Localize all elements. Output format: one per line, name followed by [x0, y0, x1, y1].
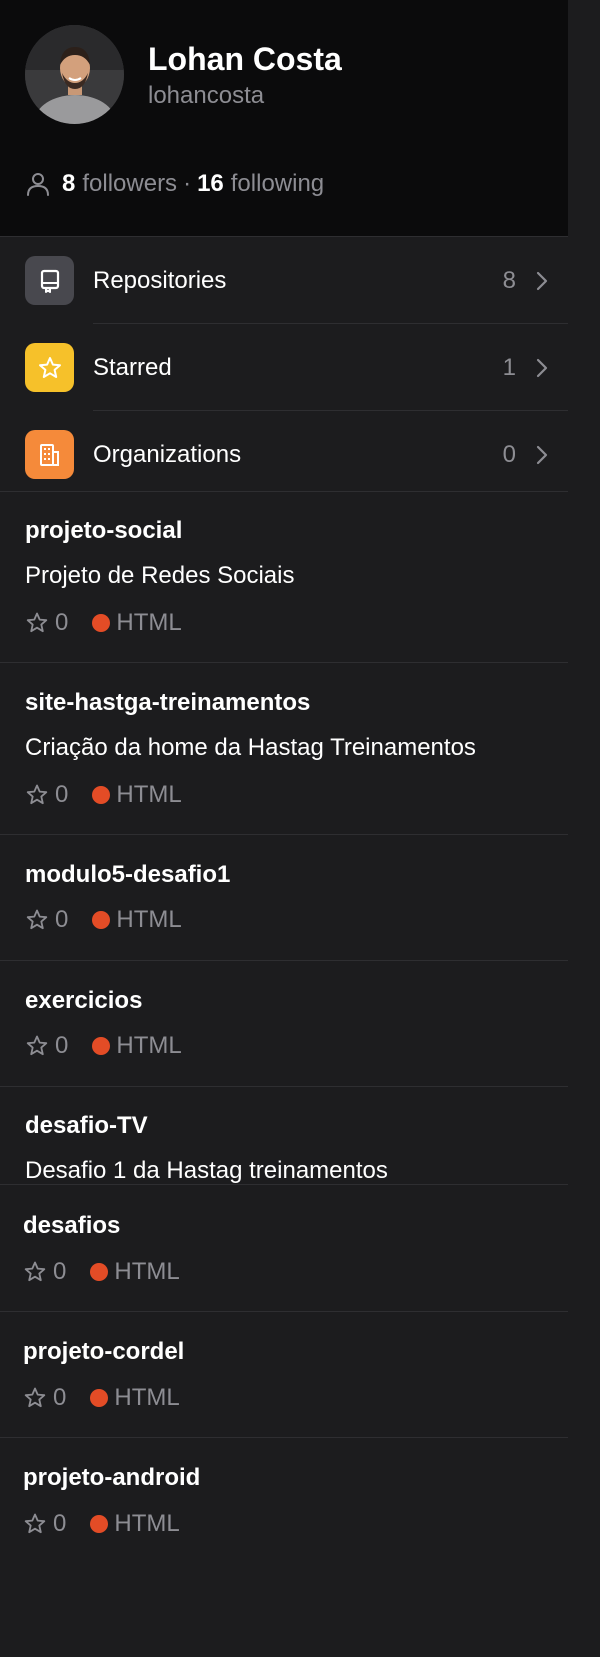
username: lohancosta	[148, 82, 265, 109]
language-dot	[92, 1037, 111, 1055]
profile-header: Lohan Costa lohancosta 8 followers · 16 …	[0, 0, 568, 236]
repo-item[interactable]: modulo5-desafio1 0 HTML	[0, 835, 568, 961]
repo-meta: 0 HTML	[25, 608, 182, 638]
star-count: 0	[53, 1510, 67, 1537]
repo-name: projeto-android	[23, 1464, 201, 1491]
star-icon	[24, 1513, 46, 1534]
chevron-right-icon	[536, 445, 548, 464]
repo-meta: 0 HTML	[25, 1031, 182, 1061]
star-count: 0	[55, 609, 69, 636]
display-name: Lohan Costa	[148, 41, 342, 77]
person-icon	[27, 173, 49, 196]
repo-meta: 0 HTML	[23, 1257, 180, 1287]
repo-item[interactable]: site-hastga-treinamentos Criação da home…	[0, 663, 568, 835]
repo-name: modulo5-desafio1	[25, 861, 231, 888]
repo-language: HTML	[116, 609, 182, 636]
language-dot	[92, 614, 111, 632]
repo-language: HTML	[116, 781, 182, 808]
repo-item[interactable]: desafios 0 HTML	[0, 1186, 568, 1312]
followers-label: followers	[82, 170, 178, 197]
menu-item-label: Organizations	[93, 440, 242, 468]
repo-meta: 0 HTML	[23, 1383, 180, 1413]
followers-count: 8	[62, 170, 76, 197]
profile-menu: Repositories 8 Starred 1 Organizations 0	[0, 236, 568, 498]
menu-item-label: Starred	[93, 353, 172, 381]
repo-item[interactable]: projeto-social Projeto de Redes Sociais …	[0, 492, 568, 663]
repo-name: projeto-cordel	[23, 1338, 185, 1365]
menu-item-count: 1	[502, 353, 516, 381]
star-icon	[24, 1387, 46, 1408]
repo-language: HTML	[114, 1510, 180, 1537]
repo-language: HTML	[116, 1032, 182, 1059]
language-dot	[90, 1263, 109, 1281]
repo-item[interactable]: exercicios 0 HTML	[0, 961, 568, 1087]
language-dot	[90, 1515, 109, 1533]
chevron-right-icon	[536, 271, 548, 290]
star-count: 0	[53, 1384, 67, 1411]
language-dot	[92, 786, 111, 804]
menu-item-repositories[interactable]: Repositories 8	[0, 237, 568, 324]
repo-name: projeto-social	[25, 517, 183, 544]
repo-name: exercicios	[25, 987, 143, 1014]
menu-item-count: 0	[502, 440, 516, 468]
repo-name: site-hastga-treinamentos	[25, 689, 311, 716]
repo-description: Projeto de Redes Sociais	[25, 562, 295, 589]
star-count: 0	[55, 1032, 69, 1059]
repo-meta: 0 HTML	[25, 780, 182, 810]
menu-item-starred[interactable]: Starred 1	[0, 324, 568, 411]
repo-name: desafio-TV	[25, 1112, 148, 1139]
profile-screen: Lohan Costa lohancosta 8 followers · 16 …	[0, 0, 568, 1657]
star-count: 0	[53, 1258, 67, 1285]
star-icon	[26, 909, 48, 930]
repo-item[interactable]: projeto-cordel 0 HTML	[0, 1312, 568, 1438]
repo-description: Criação da home da Hastag Treinamentos	[25, 734, 476, 761]
repo-item[interactable]: desafio-TV Desafio 1 da Hastag treinamen…	[0, 1086, 568, 1185]
language-dot	[90, 1389, 109, 1407]
avatar[interactable]	[25, 25, 124, 124]
repo-language: HTML	[114, 1384, 180, 1411]
star-icon	[26, 612, 48, 633]
separator: ·	[183, 170, 192, 197]
repo-language: HTML	[116, 906, 182, 933]
building-icon	[25, 430, 74, 479]
repo-meta: 0 HTML	[25, 905, 182, 935]
repository-list-continued: desafios 0 HTML projeto-cordel 0 HTML pr…	[0, 1186, 568, 1564]
menu-item-organizations[interactable]: Organizations 0	[0, 411, 568, 498]
repo-item[interactable]: projeto-android 0 HTML	[0, 1438, 568, 1564]
menu-item-label: Repositories	[93, 266, 227, 294]
repo-language: HTML	[114, 1258, 180, 1285]
star-icon	[24, 1261, 46, 1282]
star-icon	[26, 1035, 48, 1056]
menu-item-count: 8	[502, 266, 516, 294]
star-count: 0	[55, 906, 69, 933]
following-label: following	[230, 170, 325, 197]
repository-list: projeto-social Projeto de Redes Sociais …	[0, 491, 568, 1087]
repo-description: Desafio 1 da Hastag treinamentos	[25, 1157, 388, 1184]
follow-stats[interactable]: 8 followers · 16 following	[25, 168, 324, 200]
star-count: 0	[55, 781, 69, 808]
repo-meta: 0 HTML	[23, 1509, 180, 1539]
language-dot	[92, 911, 111, 929]
chevron-right-icon	[536, 358, 548, 377]
star-icon	[25, 343, 74, 392]
repo-icon	[25, 256, 74, 305]
star-icon	[26, 784, 48, 805]
following-count: 16	[197, 170, 224, 197]
repo-name: desafios	[23, 1212, 121, 1239]
